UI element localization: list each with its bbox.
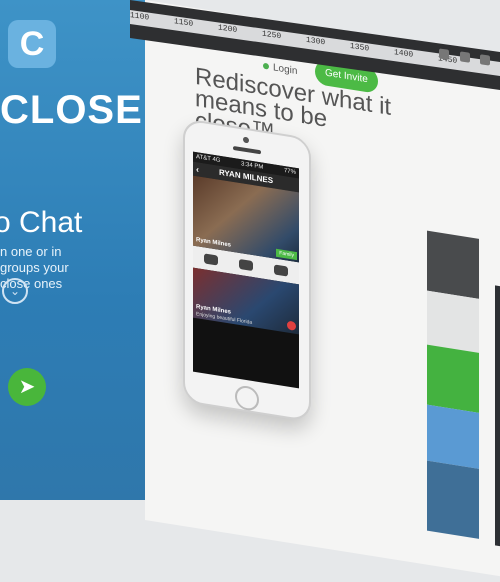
hero-panel: C CLOSE o Chat n one or in groups your c… — [0, 0, 145, 500]
window-icon[interactable] — [480, 54, 490, 66]
chat-heading: o Chat — [0, 206, 83, 239]
color-swatch — [427, 344, 479, 413]
back-arrow-icon[interactable]: ‹ — [196, 162, 199, 176]
window-icon[interactable] — [439, 48, 450, 60]
side-panel — [495, 285, 500, 552]
family-badge: Family — [276, 248, 297, 261]
status-dot-icon — [263, 63, 269, 70]
ruler-mark: 1150 — [174, 17, 194, 29]
ruler-mark: 1100 — [130, 11, 150, 23]
color-swatch — [427, 290, 479, 353]
photo-name: Ryan Milnes — [196, 237, 232, 249]
color-swatch — [427, 230, 479, 299]
chevron-down-icon[interactable]: ⌄ — [2, 278, 28, 304]
main-page: Login Get Invite Rediscover what it mean… — [145, 0, 500, 581]
ruler-mark: 1350 — [350, 41, 370, 54]
heart-icon[interactable] — [274, 264, 289, 277]
brand-name: CLOSE — [0, 88, 143, 132]
home-button-icon — [235, 384, 259, 413]
ruler-mark: 1300 — [306, 35, 326, 48]
phone-screen: AT&T 4G 3:34 PM 77% ‹ RYAN MILNES Ryan M… — [193, 151, 299, 389]
phone-mockup: AT&T 4G 3:34 PM 77% ‹ RYAN MILNES Ryan M… — [183, 118, 311, 423]
ruler-mark: 1200 — [218, 23, 238, 36]
camera-action-icon[interactable] — [238, 258, 253, 272]
ruler-mark: 1250 — [262, 29, 282, 42]
camera-icon — [243, 136, 249, 144]
color-swatch — [427, 404, 479, 469]
like-heart-icon[interactable] — [287, 320, 296, 331]
send-icon[interactable]: ➤ — [8, 368, 46, 406]
speaker-icon — [233, 145, 261, 155]
people-icon[interactable] — [203, 253, 218, 266]
screen-canvas: C CLOSE o Chat n one or in groups your c… — [0, 0, 500, 581]
ruler-mark: 1400 — [394, 48, 414, 60]
window-icon[interactable] — [459, 51, 470, 63]
app-logo-icon: C — [8, 20, 56, 68]
